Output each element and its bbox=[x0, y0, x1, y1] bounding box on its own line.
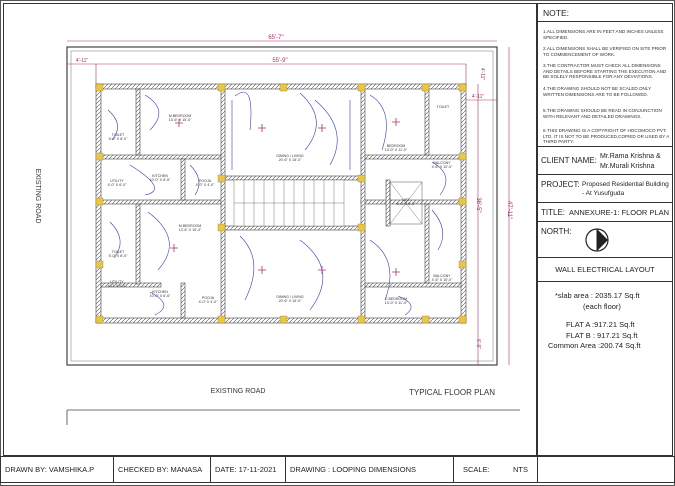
area-flat-a: FLAT A :917.21 Sq.ft bbox=[566, 320, 635, 329]
footer-divider bbox=[210, 456, 211, 483]
note-5: 5.THE DRAWING SHOULD BE READ IN CONJUNCT… bbox=[543, 108, 662, 119]
client-label: CLIENT NAME: bbox=[541, 156, 597, 165]
dim-right-offset-mid: 4'-11" bbox=[472, 94, 485, 100]
room-utility-1-size: 4'-0" X 6'-0" bbox=[108, 183, 127, 187]
checked-by: CHECKED BY: MANASA bbox=[118, 464, 203, 474]
footer-divider bbox=[453, 456, 454, 483]
footer-divider bbox=[285, 456, 286, 483]
client-name-1: Mr.Rama Krishna & bbox=[600, 153, 661, 160]
room-toilet-2: TOILET bbox=[437, 105, 450, 109]
room-pooja-2-size: 4'-0" X 4'-0" bbox=[199, 300, 218, 304]
room-mbed-1-size: 13'-6" X 15'-0" bbox=[169, 118, 192, 122]
room-balcony-1-size: 4'-6" X 10'-0" bbox=[432, 165, 453, 169]
project-line-1: Proposed Residential Building bbox=[582, 181, 669, 188]
north-arrow-icon bbox=[585, 228, 609, 252]
area-common: Common Area :200.74 Sq.ft bbox=[548, 341, 641, 350]
note-4: 4.THE DRAWING SHOULD NOT BE SCALED.ONLY … bbox=[543, 86, 652, 97]
plan-caption: TYPICAL FLOOR PLAN bbox=[409, 388, 495, 397]
dim-right-depth: 47'-11" bbox=[506, 201, 512, 219]
title-label: TITLE: bbox=[541, 208, 566, 217]
dim-left-offset: 4'-11" bbox=[76, 58, 89, 64]
drawing-date: DATE: 17-11-2021 bbox=[215, 464, 277, 474]
note-6: 6.THIS DRAWING IS A COPYRIGHT OF HOCOMOC… bbox=[543, 128, 670, 145]
room-balcony-2-size: 4'-6" X 10'-0" bbox=[432, 278, 453, 282]
note-2: 2.ALL DIMENSIONS SHALL BE VERIFIED ON SI… bbox=[543, 46, 667, 57]
title-rule bbox=[537, 202, 673, 203]
room-bedroom-2-size: 13'-0" X 11'-0" bbox=[385, 301, 408, 305]
note-title: NOTE: bbox=[543, 8, 569, 18]
note-3: 3.THE CONTRACTOR MUST CHECK ALL DIMENSIO… bbox=[543, 63, 667, 80]
dim-inner-width: 55'-9" bbox=[272, 58, 287, 64]
room-pooja-1-size: 4'-0" X 4'-0" bbox=[196, 183, 215, 187]
title-value: ANNEXURE-1: FLOOR PLAN bbox=[569, 208, 670, 217]
footer-divider bbox=[113, 456, 114, 483]
area-flat-b: FLAT B : 917.21 Sq.ft bbox=[566, 331, 638, 340]
staircase bbox=[233, 179, 345, 227]
layout-rule-bottom bbox=[537, 281, 673, 282]
dim-right-bottom: 6'-9" bbox=[475, 339, 481, 349]
scale-value: NTS bbox=[513, 464, 528, 474]
room-lift-size: 6'-0" X 6'-0" bbox=[397, 202, 416, 206]
room-bedroom-1-size: 13'-0" X 11'-0" bbox=[385, 148, 408, 152]
drawing-name: DRAWING : LOOPING DIMENSIONS bbox=[290, 464, 416, 474]
dim-right-offset-top: 4'-11" bbox=[479, 68, 485, 81]
client-name-2: Mr.Murali Krishna bbox=[600, 163, 655, 170]
north-rule bbox=[537, 221, 673, 222]
floor-plan-drawing: 65'-7" 55'-9" 4'-11" 4'-11" 4'-11" 47'-1… bbox=[34, 35, 520, 425]
room-dining-2-size: 20'-6" X 15'-0" bbox=[279, 299, 302, 303]
project-label: PROJECT: bbox=[541, 180, 580, 189]
layout-rule-top bbox=[537, 257, 673, 258]
room-toilet-1-size: 5'-0" X 8'-0" bbox=[109, 137, 128, 141]
room-toilet-3-size: 5'-0" X 8'-0" bbox=[109, 254, 128, 258]
note-1: 1.ALL DIMENSIONS ARE IN FEET AND INCHES … bbox=[543, 29, 664, 40]
room-kitchen-2-size: 10'-0" X 6'-6" bbox=[150, 294, 171, 298]
room-utility-2-size: 4'-0" X 6'-0" bbox=[108, 284, 127, 288]
project-line-2: - At Yusufguda bbox=[582, 190, 625, 197]
north-label: NORTH: bbox=[541, 227, 572, 236]
scale-label: SCALE: bbox=[463, 464, 490, 474]
area-slab: *slab area : 2035.17 Sq.ft bbox=[555, 291, 640, 300]
layout-title: WALL ELECTRICAL LAYOUT bbox=[555, 265, 655, 274]
note-title-rule bbox=[537, 21, 673, 22]
room-mbed-2-size: 13'-6" X 15'-0" bbox=[179, 228, 202, 232]
dim-right-depth-inner: 36'-5" bbox=[475, 197, 481, 212]
road-left-label: EXISTING ROAD bbox=[34, 169, 41, 224]
drawn-by: DRAWN BY: VAMSHIKA.P bbox=[5, 464, 95, 474]
client-rule bbox=[537, 146, 673, 147]
road-bottom-label: EXISTING ROAD bbox=[211, 388, 266, 395]
dim-overall-width: 65'-7" bbox=[268, 35, 283, 41]
room-kitchen-1-size: 10'-0" X 6'-6" bbox=[150, 178, 171, 182]
footer-divider bbox=[537, 456, 538, 483]
project-rule bbox=[537, 174, 673, 175]
area-each-floor: (each floor) bbox=[583, 302, 621, 311]
room-dining-1-size: 20'-6" X 15'-0" bbox=[279, 158, 302, 162]
